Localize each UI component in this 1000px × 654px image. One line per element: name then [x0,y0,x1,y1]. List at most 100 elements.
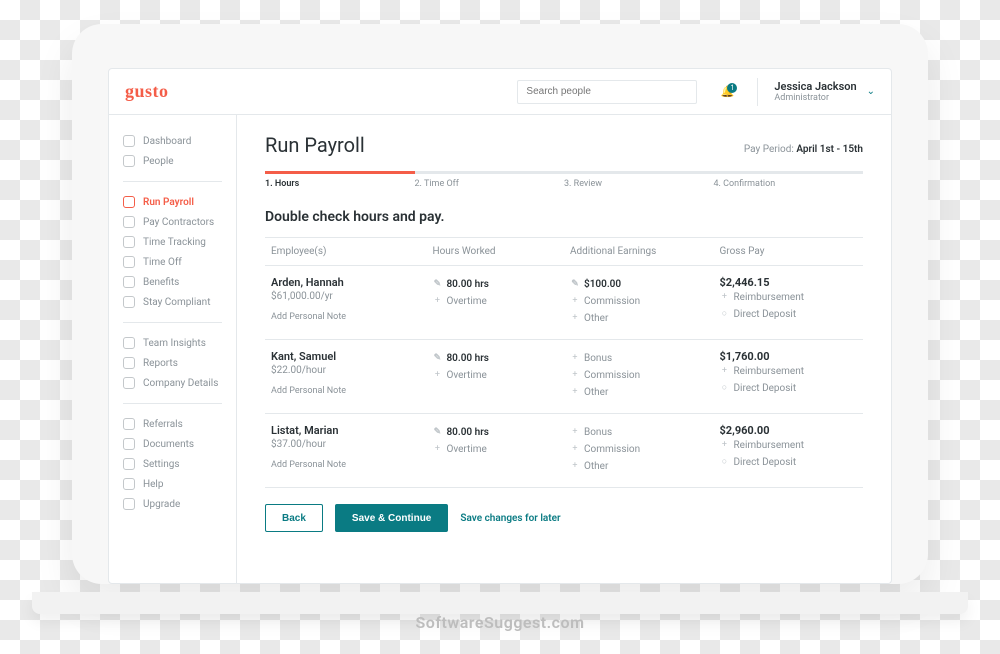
employee-name: Arden, Hannah [271,276,420,289]
edit-icon: ✎ [570,277,580,292]
user-menu[interactable]: Jessica Jackson Administrator ⌄ [774,80,875,103]
col-hours: Hours Worked [426,238,564,266]
nav-icon [123,135,135,147]
nav-icon [123,377,135,389]
edit-icon: ✎ [432,425,442,440]
step-hours[interactable]: 1. Hours [265,171,415,189]
add-reimbursement[interactable]: +Reimbursement [719,289,857,306]
sidebar-item-label: Dashboard [143,136,191,147]
sidebar-item-help[interactable]: Help [109,474,236,494]
hours-worked[interactable]: ✎80.00 hrs [432,424,558,441]
nav-icon [123,196,135,208]
plus-icon: + [570,425,580,440]
table-row: Arden, Hannah $61,000.00/yr Add Personal N… [265,266,863,340]
circle-icon: ○ [719,381,729,396]
gross-pay: $2,960.00 [719,424,857,437]
save-later-link[interactable]: Save changes for later [460,513,560,524]
page-title: Run Payroll [265,133,365,157]
step-timeoff[interactable]: 2. Time Off [415,171,565,189]
add-commission[interactable]: +Commission [570,293,708,310]
plus-icon: + [570,351,580,366]
additional-earning[interactable]: +Bonus [570,424,708,441]
sidebar-item-label: Help [143,479,163,490]
table-row: Listat, Marian$37.00/hourAdd Personal No… [265,414,863,488]
sidebar-item-team-insights[interactable]: Team Insights [109,333,236,353]
nav-icon [123,256,135,268]
add-note-link[interactable]: Add Personal Note [271,386,420,396]
add-overtime[interactable]: +Overtime [432,441,558,458]
hours-worked[interactable]: ✎80.00 hrs [432,350,558,367]
pay-period: Pay Period: April 1st - 15th [744,144,863,155]
sidebar-item-label: Run Payroll [143,197,194,208]
additional-earning[interactable]: +Bonus [570,350,708,367]
col-employee: Employee(s) [265,238,426,266]
sidebar-item-label: Settings [143,459,180,470]
sidebar-item-run-payroll[interactable]: Run Payroll [109,192,236,212]
sidebar-item-label: Reports [143,358,178,369]
sidebar-item-people[interactable]: People [109,151,236,171]
add-reimbursement[interactable]: +Reimbursement [719,437,857,454]
add-commission[interactable]: +Commission [570,441,708,458]
step-review[interactable]: 3. Review [564,171,714,189]
plus-icon: + [432,442,442,457]
add-other[interactable]: +Other [570,458,708,475]
employee-rate: $61,000.00/yr [271,291,420,302]
sidebar-item-stay-compliant[interactable]: Stay Compliant [109,292,236,312]
chevron-down-icon: ⌄ [867,86,875,97]
sidebar-item-referrals[interactable]: Referrals [109,414,236,434]
plus-icon: + [432,368,442,383]
stepper: 1. Hours 2. Time Off 3. Review 4. Confir… [265,171,863,189]
add-note-link[interactable]: Add Personal Note [271,460,420,470]
action-bar: Back Save & Continue Save changes for la… [265,504,863,532]
sidebar-item-pay-contractors[interactable]: Pay Contractors [109,212,236,232]
add-other[interactable]: +Other [570,384,708,401]
search-input[interactable] [517,80,697,104]
nav-icon [123,296,135,308]
sidebar-item-label: Pay Contractors [143,217,214,228]
table-row: Kant, Samuel$22.00/hourAdd Personal Note… [265,340,863,414]
vertical-divider [757,78,758,106]
back-button[interactable]: Back [265,504,323,532]
sidebar-item-label: Time Tracking [143,237,206,248]
sidebar-item-settings[interactable]: Settings [109,454,236,474]
nav-icon [123,458,135,470]
add-other[interactable]: +Other [570,310,708,327]
add-overtime[interactable]: +Overtime [432,367,558,384]
sidebar-item-time-tracking[interactable]: Time Tracking [109,232,236,252]
sidebar-item-benefits[interactable]: Benefits [109,272,236,292]
sidebar-item-time-off[interactable]: Time Off [109,252,236,272]
direct-deposit[interactable]: ○Direct Deposit [719,380,857,397]
user-role: Administrator [774,93,856,103]
plus-icon: + [570,385,580,400]
plus-icon: + [570,294,580,309]
add-commission[interactable]: +Commission [570,367,708,384]
user-name: Jessica Jackson [774,80,856,93]
save-continue-button[interactable]: Save & Continue [335,504,448,532]
topbar: gusto 🔔 1 Jessica Jackson Administrator … [109,69,891,115]
hours-worked[interactable]: ✎80.00 hrs [432,276,558,293]
sidebar-item-reports[interactable]: Reports [109,353,236,373]
direct-deposit[interactable]: ○Direct Deposit [719,454,857,471]
add-reimbursement[interactable]: +Reimbursement [719,363,857,380]
sidebar-item-dashboard[interactable]: Dashboard [109,131,236,151]
employee-name: Listat, Marian [271,424,420,437]
notifications-button[interactable]: 🔔 1 [713,85,741,98]
sidebar-item-label: Documents [143,439,194,450]
nav-icon [123,216,135,228]
plus-icon: + [570,311,580,326]
sidebar-item-upgrade[interactable]: Upgrade [109,494,236,514]
sidebar-item-label: Team Insights [143,338,206,349]
step-confirmation[interactable]: 4. Confirmation [714,171,864,189]
add-note-link[interactable]: Add Personal Note [271,312,420,322]
nav-icon [123,337,135,349]
plus-icon: + [432,294,442,309]
plus-icon: + [570,459,580,474]
sidebar-item-label: Benefits [143,277,179,288]
plus-icon: + [719,364,729,379]
nav-icon [123,357,135,369]
sidebar-item-documents[interactable]: Documents [109,434,236,454]
direct-deposit[interactable]: ○Direct Deposit [719,306,857,323]
additional-earning[interactable]: ✎$100.00 [570,276,708,293]
add-overtime[interactable]: +Overtime [432,293,558,310]
sidebar-item-company-details[interactable]: Company Details [109,373,236,393]
